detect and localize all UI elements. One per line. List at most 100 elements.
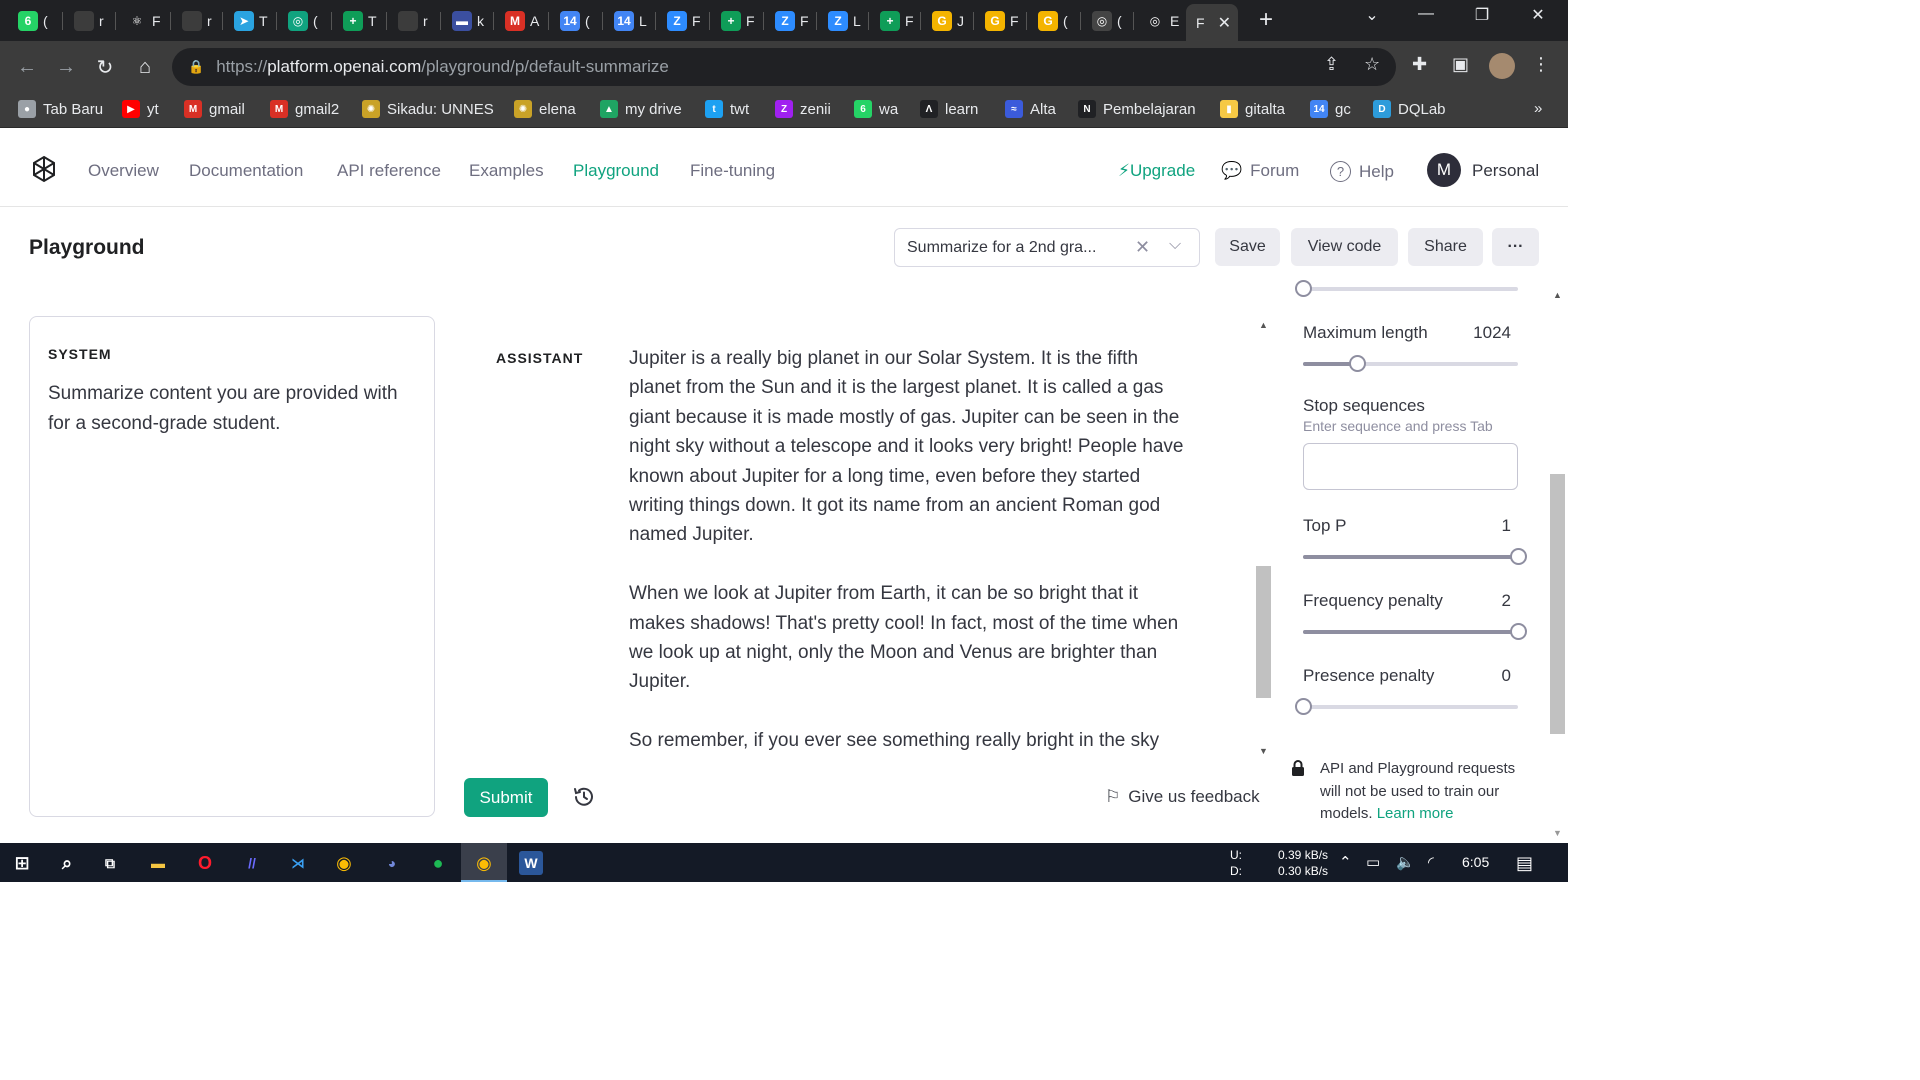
more-bookmarks-icon[interactable]: » <box>1534 100 1542 117</box>
browser-tab[interactable]: ◎ E <box>1135 6 1179 36</box>
account-name[interactable]: Personal <box>1472 161 1539 181</box>
browser-tab[interactable]: GF <box>975 6 1019 36</box>
nav-api-reference[interactable]: API reference <box>337 161 441 181</box>
notifications-icon[interactable]: ▤ <box>1516 853 1533 874</box>
active-tab[interactable]: F ✕ <box>1186 4 1238 41</box>
openai-logo-icon[interactable] <box>28 153 60 185</box>
history-icon[interactable] <box>571 784 597 810</box>
bookmark-item[interactable]: Zzenii <box>775 100 831 118</box>
browser-tab[interactable]: ⚛ F <box>117 6 161 36</box>
browser-tab[interactable]: GJ <box>922 6 964 36</box>
bookmark-item[interactable]: ✺ Sikadu: UNNES <box>362 100 494 118</box>
bookmark-item[interactable]: 14 gc <box>1310 100 1351 118</box>
view-code-button[interactable]: View code <box>1291 228 1398 266</box>
side-panel-icon[interactable]: ▣ <box>1452 54 1469 75</box>
bookmark-item[interactable]: t twt <box>705 100 749 118</box>
browser-tab[interactable]: ZL <box>818 6 861 36</box>
browser-tab[interactable]: MA <box>495 6 539 36</box>
max-length-value[interactable]: 1024 <box>1451 323 1511 343</box>
browser-tab[interactable]: 14 ( <box>550 6 590 36</box>
bookmark-star-icon[interactable]: ☆ <box>1364 54 1380 75</box>
more-options-button[interactable]: ··· <box>1492 228 1539 266</box>
close-tab-icon[interactable]: ✕ <box>1218 13 1231 33</box>
presence-penalty-slider[interactable] <box>1295 698 1518 715</box>
submit-button[interactable]: Submit <box>464 778 548 817</box>
profile-avatar[interactable] <box>1489 53 1515 79</box>
back-icon[interactable]: ← <box>13 53 41 81</box>
slider-handle[interactable] <box>1295 698 1312 715</box>
bookmark-item[interactable]: ▮ gitalta <box>1220 100 1285 118</box>
new-tab-button[interactable]: + <box>1252 6 1280 34</box>
browser-tab[interactable]: r <box>388 6 428 36</box>
address-bar[interactable]: 🔒 https://platform.openai.com/playground… <box>172 48 1396 86</box>
browser-tab[interactable]: + F <box>870 6 914 36</box>
file-explorer-icon[interactable]: ▬ <box>146 851 170 875</box>
browser-tab[interactable]: ZF <box>765 6 809 36</box>
top-slider[interactable] <box>1295 280 1518 297</box>
restore-window-button[interactable]: ❐ <box>1462 5 1502 25</box>
browser-tab[interactable]: ◎( <box>1082 6 1122 36</box>
browser-tab[interactable]: 14 L <box>604 6 647 36</box>
max-length-slider[interactable] <box>1303 355 1518 372</box>
feedback-link[interactable]: ⚐ Give us feedback <box>1105 787 1260 807</box>
preset-select[interactable]: Summarize for a 2nd gra... ✕ ⌵ <box>894 228 1200 267</box>
browser-tab[interactable]: r <box>64 6 104 36</box>
bookmark-item[interactable]: ▲ my drive <box>600 100 682 118</box>
learn-more-link[interactable]: Learn more <box>1377 805 1454 822</box>
slider-handle[interactable] <box>1510 548 1527 565</box>
browser-tab[interactable]: ZF <box>657 6 701 36</box>
browser-tab[interactable]: ▬ k <box>442 6 484 36</box>
nav-playground[interactable]: Playground <box>573 161 659 181</box>
vscode-icon[interactable]: ⋊ <box>286 851 310 875</box>
windows-start-icon[interactable]: ⊞ <box>10 851 34 875</box>
chat-scrollbar[interactable]: ▲ ▼ <box>1255 318 1272 760</box>
reload-icon[interactable]: ↻ <box>91 53 119 81</box>
chrome-icon[interactable]: ◉ <box>332 851 356 875</box>
minimize-window-button[interactable]: — <box>1406 5 1446 23</box>
stop-sequences-input[interactable] <box>1303 443 1518 490</box>
bookmark-item[interactable]: ≈ Alta <box>1005 100 1056 118</box>
pen-app-icon[interactable]: // <box>240 851 264 875</box>
system-message-panel[interactable]: SYSTEM Summarize content you are provide… <box>29 316 435 817</box>
bookmark-item[interactable]: Λlearn <box>920 100 978 118</box>
slider-handle[interactable] <box>1349 355 1366 372</box>
presence-penalty-value[interactable]: 0 <box>1451 666 1511 686</box>
scrollbar-thumb[interactable] <box>1550 474 1565 734</box>
search-icon[interactable]: ⌕ <box>55 851 79 875</box>
browser-tab[interactable]: ◎( <box>278 6 318 36</box>
account-avatar[interactable]: M <box>1427 153 1461 187</box>
nav-documentation[interactable]: Documentation <box>189 161 303 181</box>
home-icon[interactable]: ⌂ <box>131 53 159 81</box>
wifi-icon[interactable]: ◜ <box>1428 853 1434 871</box>
system-text[interactable]: Summarize content you are provided with … <box>48 379 416 439</box>
chevron-down-icon[interactable]: ⌵ <box>1169 236 1181 254</box>
save-button[interactable]: Save <box>1215 228 1280 266</box>
bookmark-item[interactable]: ● Tab Baru <box>18 100 103 118</box>
bookmark-item[interactable]: D DQLab <box>1373 100 1446 118</box>
scrollbar-thumb[interactable] <box>1256 566 1271 698</box>
scroll-up-icon[interactable]: ▲ <box>1553 290 1562 300</box>
sidebar-scrollbar[interactable]: ▲ ▼ <box>1549 288 1566 843</box>
top-p-slider[interactable] <box>1303 548 1527 565</box>
battery-icon[interactable]: ▭ <box>1366 853 1380 871</box>
browser-tab[interactable]: ➤ T <box>224 6 268 36</box>
share-page-icon[interactable]: ⇪ <box>1324 54 1339 75</box>
share-button[interactable]: Share <box>1408 228 1483 266</box>
browser-tab[interactable]: G( <box>1028 6 1068 36</box>
browser-tab[interactable]: r <box>172 6 212 36</box>
nav-fine-tuning[interactable]: Fine-tuning <box>690 161 775 181</box>
bookmark-item[interactable]: Mgmail <box>184 100 245 118</box>
nav-overview[interactable]: Overview <box>88 161 159 181</box>
opera-icon[interactable]: O <box>193 851 217 875</box>
browser-tab[interactable]: 6( <box>8 6 48 36</box>
close-window-button[interactable]: ✕ <box>1518 5 1558 25</box>
bookmark-item[interactable]: 6 wa <box>854 100 898 118</box>
word-icon[interactable]: W <box>519 851 543 875</box>
volume-icon[interactable]: 🔈 <box>1396 853 1415 871</box>
frequency-penalty-slider[interactable] <box>1303 623 1527 640</box>
scroll-up-icon[interactable]: ▲ <box>1259 320 1268 330</box>
forward-icon[interactable]: → <box>52 53 80 81</box>
scroll-down-icon[interactable]: ▼ <box>1553 828 1562 838</box>
frequency-penalty-value[interactable]: 2 <box>1451 591 1511 611</box>
discord-icon[interactable]: ◕ <box>380 851 404 875</box>
